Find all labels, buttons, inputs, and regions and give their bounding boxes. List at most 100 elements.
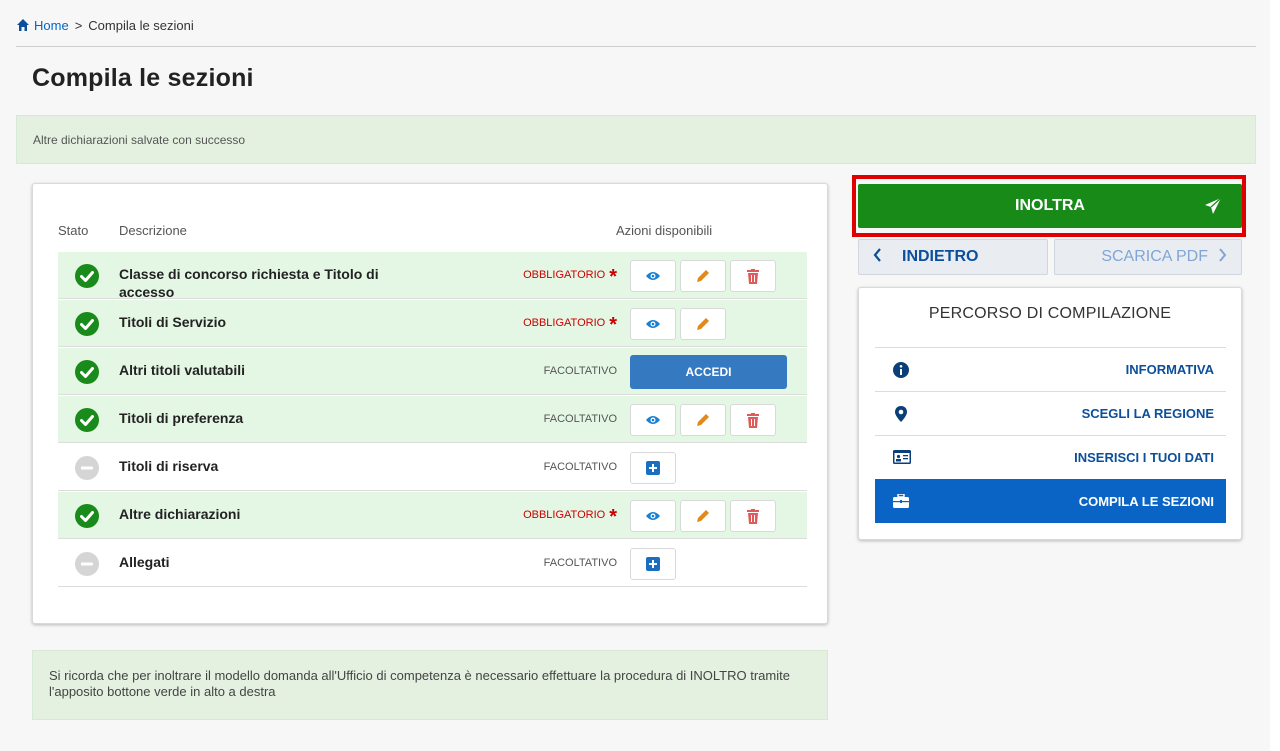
edit-button[interactable] [680,500,726,532]
header-azioni: Azioni disponibili [616,223,713,238]
table-row: Altri titoli valutabili FACOLTATIVO ACCE… [58,347,807,395]
row-description: Altri titoli valutabili [119,362,246,378]
percorso-card: PERCORSO DI COMPILAZIONE INFORMATIVA SCE… [858,287,1242,540]
trash-icon [747,268,759,284]
percorso-item-dati[interactable]: INSERISCI I TUOI DATI [875,435,1226,479]
row-description: Titoli di Servizio [119,314,227,330]
add-button[interactable] [630,452,676,484]
check-circle-icon [75,264,99,288]
minus-circle-icon [75,456,99,480]
percorso-item-label: INFORMATIVA [1125,362,1214,377]
edit-button[interactable] [680,308,726,340]
add-button[interactable] [630,548,676,580]
table-header: Stato Descrizione Azioni disponibili [33,220,827,248]
percorso-item-label: INSERISCI I TUOI DATI [1074,450,1214,465]
indietro-label: INDIETRO [902,248,979,265]
percorso-title: PERCORSO DI COMPILAZIONE [928,305,1172,322]
percorso-item-label: COMPILA LE SEZIONI [1078,494,1214,509]
chevron-right-icon [1218,247,1227,267]
row-description: Altre dichiarazioni [119,506,241,522]
breadcrumb-current: Compila le sezioni [88,17,194,33]
breadcrumb-divider [16,46,1256,47]
row-description: Titoli di preferenza [119,410,244,426]
check-circle-icon [75,312,99,336]
breadcrumb-home-link[interactable]: Home [34,18,69,33]
breadcrumb-separator: > [74,17,83,33]
table-row: Classe di concorso richiesta e Titolo di… [58,251,807,300]
requirement-badge: OBBLIGATORIO * [523,506,617,528]
row-description: Classe di concorso richiesta e Titolo di… [119,266,379,300]
table-row: Titoli di riserva FACOLTATIVO [58,443,807,491]
eye-icon [646,320,660,328]
row-actions [630,548,676,580]
table-row: Titoli di preferenza FACOLTATIVO [58,395,807,443]
requirement-badge: FACOLTATIVO [543,461,617,473]
view-button[interactable] [630,500,676,532]
page: Home > Compila le sezioni Compila le sez… [0,0,1270,751]
paper-plane-icon [1204,197,1222,220]
breadcrumb: Home > Compila le sezioni [16,14,194,36]
plus-square-icon [646,461,660,475]
trash-icon [747,508,759,524]
table-row: Altre dichiarazioni OBBLIGATORIO * [58,491,807,539]
trash-icon [747,412,759,428]
row-actions [630,404,776,436]
percorso-item-label: SCEGLI LA REGIONE [1081,406,1214,421]
info-note: Si ricorda che per inoltrare il modello … [32,650,828,720]
row-actions [630,260,776,292]
minus-circle-icon [75,552,99,576]
row-actions [630,452,676,484]
pencil-icon [697,270,709,282]
inoltra-label: INOLTRA [1015,197,1085,214]
edit-button[interactable] [680,404,726,436]
chevron-left-icon [873,247,882,267]
view-button[interactable] [630,404,676,436]
sections-card: Stato Descrizione Azioni disponibili Cla… [32,183,828,624]
view-button[interactable] [630,308,676,340]
row-actions: ACCEDI [630,355,787,389]
asterisk-icon: * [609,506,617,528]
accedi-button[interactable]: ACCEDI [630,355,787,389]
row-actions [630,308,726,340]
row-actions [630,500,776,532]
header-stato: Stato [58,223,89,238]
row-description: Titoli di riserva [119,458,219,474]
info-icon [893,362,909,378]
requirement-badge: FACOLTATIVO [543,557,617,569]
delete-button[interactable] [730,260,776,292]
plus-square-icon [646,557,660,571]
pencil-icon [697,318,709,330]
eye-icon [646,272,660,280]
scarica-pdf-label: SCARICA PDF [1101,248,1208,265]
table-row: Titoli di Servizio OBBLIGATORIO * [58,299,807,347]
scarica-pdf-button[interactable]: SCARICA PDF [1054,239,1242,275]
row-description: Allegati [119,554,170,570]
id-card-icon [893,450,911,466]
map-marker-icon [893,406,909,422]
briefcase-icon [893,493,909,510]
requirement-badge: FACOLTATIVO [543,413,617,425]
indietro-button[interactable]: INDIETRO [858,239,1048,275]
view-button[interactable] [630,260,676,292]
pencil-icon [697,414,709,426]
page-title: Compila le sezioni [32,64,254,92]
check-circle-icon [75,504,99,528]
success-alert: Altre dichiarazioni salvate con successo [16,115,1256,164]
percorso-item-sezioni[interactable]: COMPILA LE SEZIONI [875,479,1226,523]
pencil-icon [697,510,709,522]
home-icon[interactable] [16,18,30,32]
inoltra-button[interactable]: INOLTRA [858,184,1242,228]
check-circle-icon [75,408,99,432]
delete-button[interactable] [730,500,776,532]
delete-button[interactable] [730,404,776,436]
check-circle-icon [75,360,99,384]
edit-button[interactable] [680,260,726,292]
table-row: Allegati FACOLTATIVO [58,539,807,587]
requirement-badge: OBBLIGATORIO * [523,266,617,288]
percorso-item-informativa[interactable]: INFORMATIVA [875,347,1226,391]
eye-icon [646,416,660,424]
eye-icon [646,512,660,520]
percorso-item-regione[interactable]: SCEGLI LA REGIONE [875,391,1226,435]
requirement-badge: OBBLIGATORIO * [523,314,617,336]
asterisk-icon: * [609,266,617,288]
